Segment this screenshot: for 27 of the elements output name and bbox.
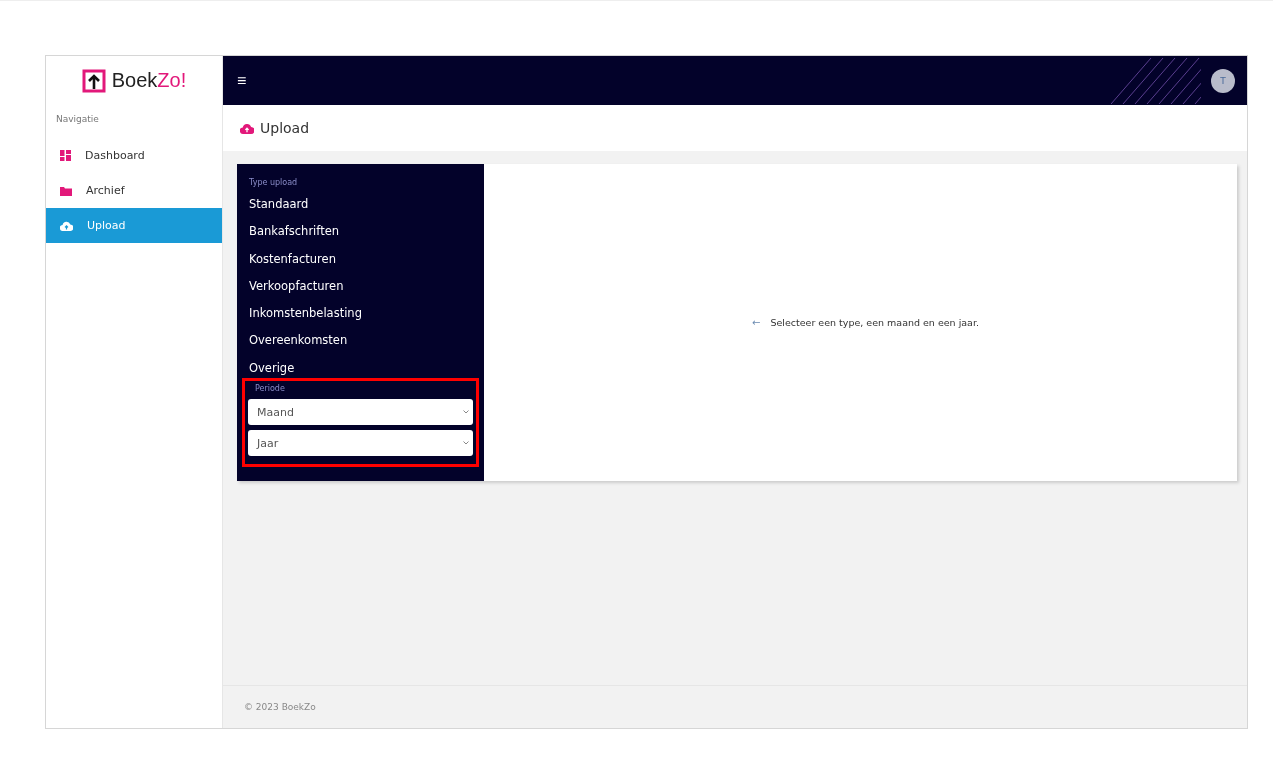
cloud-upload-icon bbox=[60, 220, 73, 231]
type-option[interactable]: Inkomstenbelasting bbox=[242, 302, 479, 330]
dropdown[interactable]: Jaar bbox=[248, 430, 473, 457]
dropdown[interactable]: Maand bbox=[248, 399, 473, 426]
logo-text: BoekZo! bbox=[111, 69, 187, 92]
nav-item[interactable]: Archief bbox=[46, 173, 222, 208]
logo-icon bbox=[81, 68, 106, 93]
folder-icon bbox=[60, 185, 72, 196]
section-heading: Type upload bbox=[248, 178, 299, 187]
type-option[interactable]: Overige bbox=[242, 356, 479, 385]
nav-item[interactable]: Dashboard bbox=[46, 138, 222, 173]
type-option[interactable]: Kostenfacturen bbox=[242, 247, 479, 275]
instruction-text: Selecteer een type, een maand en een jaar. bbox=[770, 317, 979, 328]
menu-button[interactable]: ≡ bbox=[237, 71, 247, 90]
nav-heading: Navigatie bbox=[55, 113, 100, 126]
page-title: Upload bbox=[260, 120, 310, 136]
cloud-upload-icon bbox=[240, 122, 254, 134]
left-arrow-icon: ← bbox=[752, 317, 761, 328]
type-option[interactable]: Overeenkomsten bbox=[242, 329, 479, 357]
type-option[interactable]: Verkoopfacturen bbox=[242, 274, 479, 303]
chevron-down-icon bbox=[463, 410, 469, 415]
chevron-down-icon bbox=[463, 441, 469, 446]
copyright-text: © 2023 BoekZo bbox=[244, 702, 316, 712]
type-option[interactable]: Standaard bbox=[242, 193, 479, 221]
section-heading: Periode bbox=[254, 384, 286, 394]
type-option[interactable]: Bankafschriften bbox=[242, 220, 479, 248]
dashboard-icon bbox=[60, 150, 71, 161]
